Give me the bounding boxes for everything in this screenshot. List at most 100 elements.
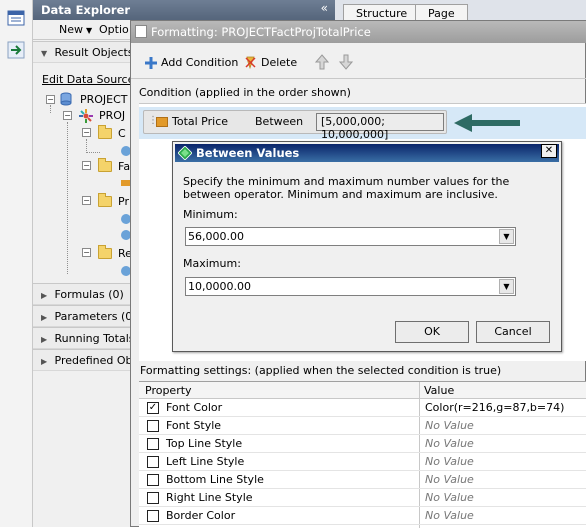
- delete-icon: [245, 56, 256, 69]
- new-dropdown-icon[interactable]: ▼: [86, 26, 92, 35]
- condition-field: Total Price: [172, 115, 229, 128]
- property-name: Right Line Style: [166, 491, 253, 504]
- property-checkbox[interactable]: [147, 492, 159, 504]
- property-checkbox[interactable]: [147, 510, 159, 522]
- property-name: Font Style: [166, 419, 222, 432]
- callout-arrow-icon: [454, 114, 520, 132]
- tree-collapse-icon[interactable]: −: [82, 196, 91, 205]
- table-row[interactable]: Font Style No Value: [139, 417, 586, 435]
- diamond-icon: [178, 146, 192, 160]
- edit-data-sources-link[interactable]: Edit Data Sources: [42, 73, 140, 86]
- property-checkbox[interactable]: [147, 420, 159, 432]
- table-row[interactable]: Left Line Style No Value: [139, 453, 586, 471]
- collapsed-triangle-icon: ▶: [41, 335, 48, 344]
- minimum-label: Minimum:: [183, 208, 238, 221]
- tree-collapse-icon[interactable]: −: [63, 111, 72, 120]
- property-name: Bottom Line Style: [166, 473, 264, 486]
- property-value[interactable]: No Value: [425, 419, 474, 432]
- tree-folder-label[interactable]: C: [118, 127, 126, 140]
- add-condition-label: Add Condition: [161, 56, 239, 69]
- property-name: Font Color: [166, 401, 223, 414]
- tree-collapse-icon[interactable]: −: [82, 248, 91, 257]
- tree-folder-label[interactable]: Pr: [118, 195, 129, 208]
- maximum-combo[interactable]: ▼: [185, 277, 516, 296]
- formatting-settings-grid: Property Value ✓ Font Color Color(r=216,g=…: [139, 381, 586, 528]
- property-value[interactable]: No Value: [425, 491, 474, 504]
- property-checkbox[interactable]: [147, 438, 159, 450]
- collapse-panel-icon[interactable]: «: [321, 1, 328, 15]
- measure-icon: [156, 117, 168, 127]
- folder-icon: [98, 193, 112, 207]
- universe-icon: [79, 109, 93, 123]
- tree-item-proj[interactable]: PROJ: [99, 109, 125, 122]
- running-totals-label: Running Totals: [54, 332, 135, 345]
- tree-collapse-icon[interactable]: −: [82, 161, 91, 170]
- property-value[interactable]: No Value: [425, 473, 474, 486]
- property-value[interactable]: No Value: [425, 509, 474, 522]
- minimum-combo[interactable]: ▼: [185, 227, 516, 246]
- property-checkbox[interactable]: ✓: [147, 402, 159, 414]
- data-explorer-icon[interactable]: [4, 6, 28, 30]
- add-condition-button[interactable]: Add Condition: [145, 56, 238, 69]
- move-up-button[interactable]: [315, 54, 329, 70]
- tree-collapse-icon[interactable]: −: [46, 95, 55, 104]
- input-controls-icon[interactable]: [4, 38, 28, 62]
- arrow-down-icon: [339, 54, 353, 70]
- between-values-title: Between Values: [175, 144, 559, 162]
- data-explorer-title: Data Explorer: [33, 0, 335, 20]
- condition-values-field[interactable]: [5,000,000; 10,000,000]: [316, 113, 444, 141]
- delete-label: Delete: [261, 56, 298, 69]
- folder-icon: [98, 125, 112, 139]
- table-row[interactable]: Top Line Style No Value: [139, 435, 586, 453]
- close-button[interactable]: ✕: [541, 144, 557, 158]
- property-value[interactable]: No Value: [425, 455, 474, 468]
- move-down-button[interactable]: [339, 54, 353, 70]
- options-button[interactable]: Optio: [99, 23, 129, 36]
- condition-row[interactable]: ⋮ Total Price Between [5,000,000; 10,000…: [139, 107, 586, 141]
- chevron-down-icon[interactable]: ▼: [499, 279, 514, 294]
- collapsed-triangle-icon: ▶: [41, 313, 48, 322]
- property-checkbox[interactable]: [147, 474, 159, 486]
- table-row[interactable]: Right Line Style No Value: [139, 489, 586, 507]
- condition-operator: Between: [255, 115, 304, 128]
- between-values-dialog: Between Values ✕ Specify the minimum and…: [172, 141, 562, 352]
- value-column-header[interactable]: Value: [424, 384, 454, 397]
- parameters-label: Parameters (0): [54, 310, 137, 323]
- database-icon: [60, 92, 72, 106]
- structure-tab-strip: Structure Page: [335, 0, 586, 22]
- between-description: Specify the minimum and maximum number v…: [183, 175, 510, 201]
- property-value[interactable]: No Value: [425, 437, 474, 450]
- table-row[interactable]: Bottom Line Style No Value: [139, 471, 586, 489]
- formatting-dialog-title: Formatting: PROJECTFactProjTotalPrice: [131, 21, 586, 43]
- collapsed-triangle-icon: ▶: [41, 357, 48, 366]
- chevron-down-icon[interactable]: ▼: [499, 229, 514, 244]
- condition-chip[interactable]: ⋮ Total Price Between [5,000,000; 10,000…: [143, 110, 447, 141]
- folder-icon: [98, 158, 112, 172]
- minimum-input[interactable]: [188, 229, 498, 244]
- result-objects-label: Result Objects: [54, 46, 134, 59]
- tree-collapse-icon[interactable]: −: [82, 128, 91, 137]
- table-row[interactable]: Border Color No Value: [139, 507, 586, 525]
- property-checkbox[interactable]: [147, 456, 159, 468]
- maximum-label: Maximum:: [183, 257, 241, 270]
- formatting-window-icon: [135, 25, 147, 38]
- formatting-settings-label: Formatting settings: (applied when the s…: [140, 364, 502, 377]
- property-name: Left Line Style: [166, 455, 245, 468]
- property-column-header[interactable]: Property: [145, 384, 192, 397]
- folder-icon: [98, 245, 112, 259]
- new-button[interactable]: New: [59, 23, 83, 36]
- cancel-button[interactable]: Cancel: [476, 321, 550, 343]
- delete-button[interactable]: Delete: [244, 56, 297, 69]
- expanded-triangle-icon: ▼: [41, 49, 48, 58]
- formatting-toolbar: Add Condition Delete: [131, 43, 586, 79]
- table-row[interactable]: ✓ Font Color Color(r=216,g=87,b=74): [139, 399, 586, 417]
- tree-item-project[interactable]: PROJECT: [80, 93, 128, 106]
- condition-header: Condition (applied in the order shown): [139, 86, 351, 99]
- property-value[interactable]: Color(r=216,g=87,b=74): [425, 401, 564, 414]
- maximum-input[interactable]: [188, 279, 498, 294]
- add-icon: [145, 56, 157, 69]
- tree-folder-label[interactable]: Fa: [118, 160, 130, 173]
- property-name: Top Line Style: [166, 437, 243, 450]
- arrow-up-icon: [315, 54, 329, 70]
- ok-button[interactable]: OK: [395, 321, 469, 343]
